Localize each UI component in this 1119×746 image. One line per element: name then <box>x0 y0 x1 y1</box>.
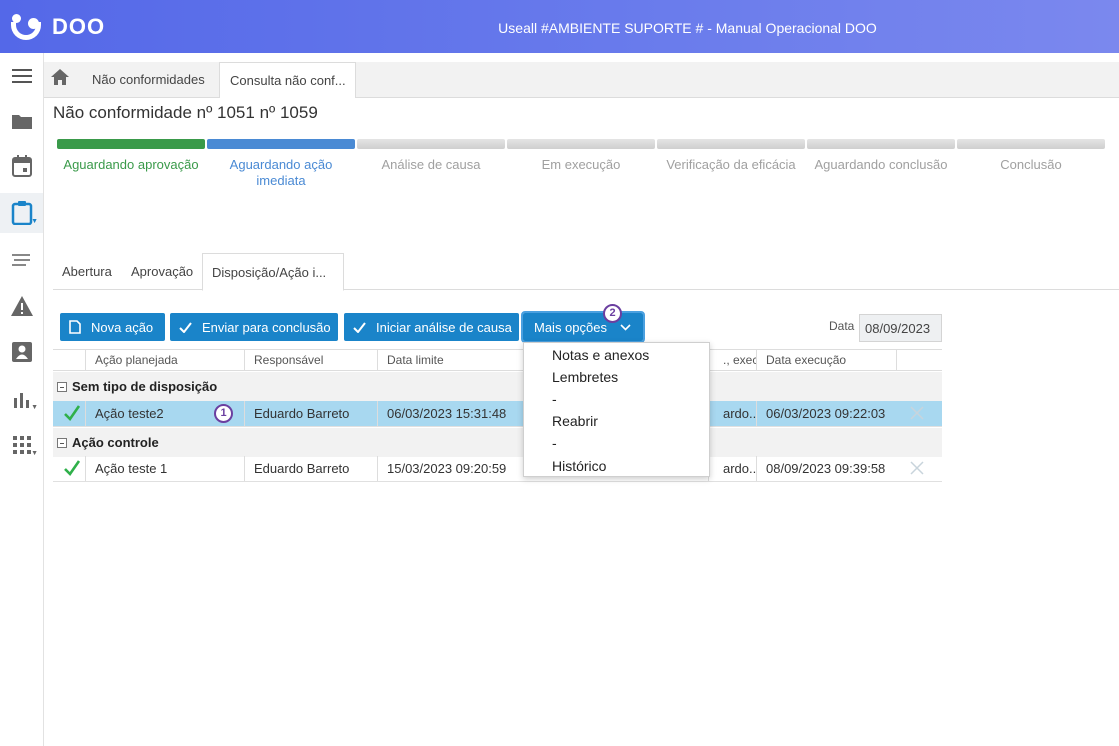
home-icon[interactable] <box>50 68 72 90</box>
collapse-icon[interactable] <box>57 437 67 448</box>
tab-bar: Não conformidades Consulta não conf... <box>44 62 1119 98</box>
tab-aprovacao[interactable]: Aprovação <box>131 253 193 290</box>
clipboard-icon[interactable]: ▼ <box>0 193 43 233</box>
grid-header: Ação planejada Responsável Data limite .… <box>53 349 942 371</box>
chevron-down-icon: ▼ <box>31 404 38 411</box>
menu-icon[interactable] <box>0 56 43 96</box>
col-resp-execucao[interactable]: ., execuçã <box>708 350 756 370</box>
send-to-conclusion-button[interactable]: Enviar para conclusão <box>170 313 338 341</box>
logo-text: DOO <box>52 14 106 39</box>
calendar-icon[interactable] <box>0 146 43 186</box>
cell-data-limite: 15/03/2023 09:20:59 <box>377 456 523 481</box>
col-actions <box>896 350 942 370</box>
more-options-menu: Notas e anexos Lembretes - Reabrir - His… <box>523 342 710 477</box>
chevron-down-icon: ▼ <box>31 218 38 225</box>
stage-aguardando-conclusao: Aguardando conclusão <box>807 139 955 173</box>
tab-nao-conformidades[interactable]: Não conformidades <box>92 62 205 98</box>
page-title: Não conformidade nº 1051 nº 1059 <box>53 103 318 122</box>
col-responsavel[interactable]: Responsável <box>244 350 377 370</box>
sidebar: ▼ ▼ ▼ <box>0 53 44 746</box>
col-data-limite[interactable]: Data limite <box>377 350 523 370</box>
new-action-button[interactable]: Nova ação <box>60 313 165 341</box>
delete-icon[interactable] <box>909 460 927 478</box>
stage-verificacao-eficacia: Verificação da eficácia <box>657 139 805 173</box>
cell-data-limite: 06/03/2023 15:31:48 <box>377 401 523 426</box>
step-badge: 1 <box>214 404 233 423</box>
tab-consulta[interactable]: Consulta não conf... <box>219 62 356 98</box>
table-row[interactable]: Ação teste 1 Eduardo Barreto 15/03/2023 … <box>53 456 942 482</box>
menu-separator: - <box>552 435 557 451</box>
chevron-down-icon: ▼ <box>31 450 38 457</box>
date-label: Data <box>829 319 855 333</box>
contact-icon[interactable] <box>0 332 43 372</box>
stage-analise-de-causa: Análise de causa <box>357 139 505 173</box>
document-icon <box>69 320 81 334</box>
menu-item-reabrir[interactable]: Reabrir <box>552 413 598 429</box>
col-acao-planejada[interactable]: Ação planejada <box>85 350 244 370</box>
check-icon <box>63 404 83 424</box>
cell-responsavel: Eduardo Barreto <box>244 401 377 426</box>
folder-icon[interactable] <box>0 101 43 141</box>
cell-acao: Ação teste 1 <box>85 456 244 481</box>
chevron-down-icon <box>620 323 631 331</box>
stage-conclusao: Conclusão <box>957 139 1105 173</box>
cell-resp-execucao: ardo... <box>708 456 756 481</box>
check-icon <box>63 459 83 479</box>
date-field[interactable] <box>859 314 942 342</box>
cell-data-execucao: 08/09/2023 09:39:58 <box>756 456 896 481</box>
app-logo[interactable]: DOO <box>10 12 105 42</box>
delete-icon[interactable] <box>909 405 927 423</box>
stage-em-execucao: Em execução <box>507 139 655 173</box>
collapse-icon[interactable] <box>57 381 67 392</box>
stage-aguardando-acao-imediata: Aguardando ação imediata <box>207 139 355 189</box>
tab-abertura[interactable]: Abertura <box>62 253 112 290</box>
table-row[interactable]: Ação teste2 1 Eduardo Barreto 06/03/2023… <box>53 401 942 427</box>
step-badge: 2 <box>603 304 622 323</box>
tab-disposicao[interactable]: Disposição/Ação i... <box>202 253 344 291</box>
top-bar: DOO Useall #AMBIENTE SUPORTE # - Manual … <box>0 0 1119 53</box>
app-title: Useall #AMBIENTE SUPORTE # - Manual Oper… <box>498 20 877 36</box>
start-cause-analysis-button[interactable]: Iniciar análise de causa <box>344 313 519 341</box>
check-icon <box>353 321 366 333</box>
check-icon <box>179 321 192 333</box>
logo-icon <box>10 12 44 42</box>
group-acao-controle[interactable]: Ação controle <box>53 428 942 457</box>
chart-icon[interactable]: ▼ <box>0 379 43 419</box>
cell-data-execucao: 06/03/2023 09:22:03 <box>756 401 896 426</box>
stage-aguardando-aprovacao: Aguardando aprovação <box>57 139 205 173</box>
cell-resp-execucao: ardo... <box>708 401 756 426</box>
menu-separator: - <box>552 391 557 407</box>
menu-item-notas-anexos[interactable]: Notas e anexos <box>552 347 649 363</box>
detail-tabs: Abertura Aprovação Disposição/Ação i... <box>53 253 1119 291</box>
warning-icon[interactable] <box>0 286 43 326</box>
menu-item-lembretes[interactable]: Lembretes <box>552 369 618 385</box>
group-sem-tipo[interactable]: Sem tipo de disposição <box>53 372 942 401</box>
more-options-button[interactable]: Mais opções <box>521 311 645 343</box>
apps-icon[interactable]: ▼ <box>0 425 43 465</box>
col-data-execucao[interactable]: Data execução <box>756 350 896 370</box>
list-icon[interactable] <box>0 240 43 280</box>
menu-item-historico[interactable]: Histórico <box>552 458 606 474</box>
cell-responsavel: Eduardo Barreto <box>244 456 377 481</box>
